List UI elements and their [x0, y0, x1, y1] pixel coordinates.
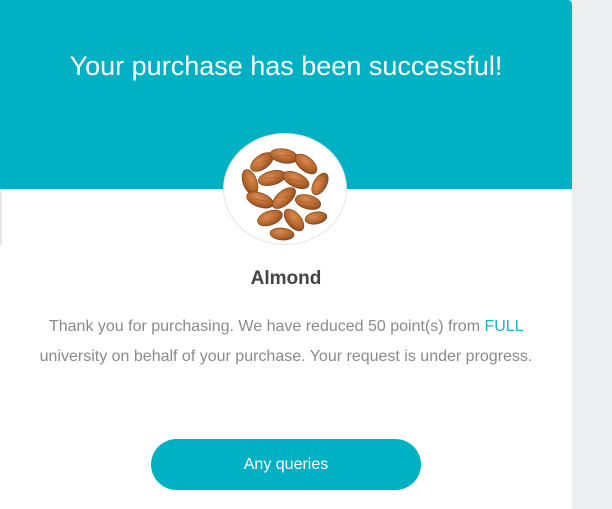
- message-text-after-link: university on behalf of your purchase. Y…: [39, 347, 533, 365]
- any-queries-button[interactable]: Any queries: [151, 439, 421, 490]
- success-title: Your purchase has been successful!: [69, 51, 503, 81]
- page: Your purchase has been successful! Almon…: [0, 0, 612, 509]
- left-border-tick: [0, 189, 2, 245]
- almond-image: [224, 134, 346, 244]
- almond-illustration: [224, 134, 346, 244]
- message-text-before-link: Thank you for purchasing. We have reduce…: [48, 318, 485, 335]
- side-panel: [572, 0, 612, 509]
- purchase-success-card: Your purchase has been successful! Almon…: [0, 0, 572, 509]
- product-name: Almond: [250, 268, 322, 289]
- purchase-message: Thank you for purchasing. We have reduce…: [36, 312, 536, 371]
- university-link[interactable]: FULL: [484, 318, 523, 335]
